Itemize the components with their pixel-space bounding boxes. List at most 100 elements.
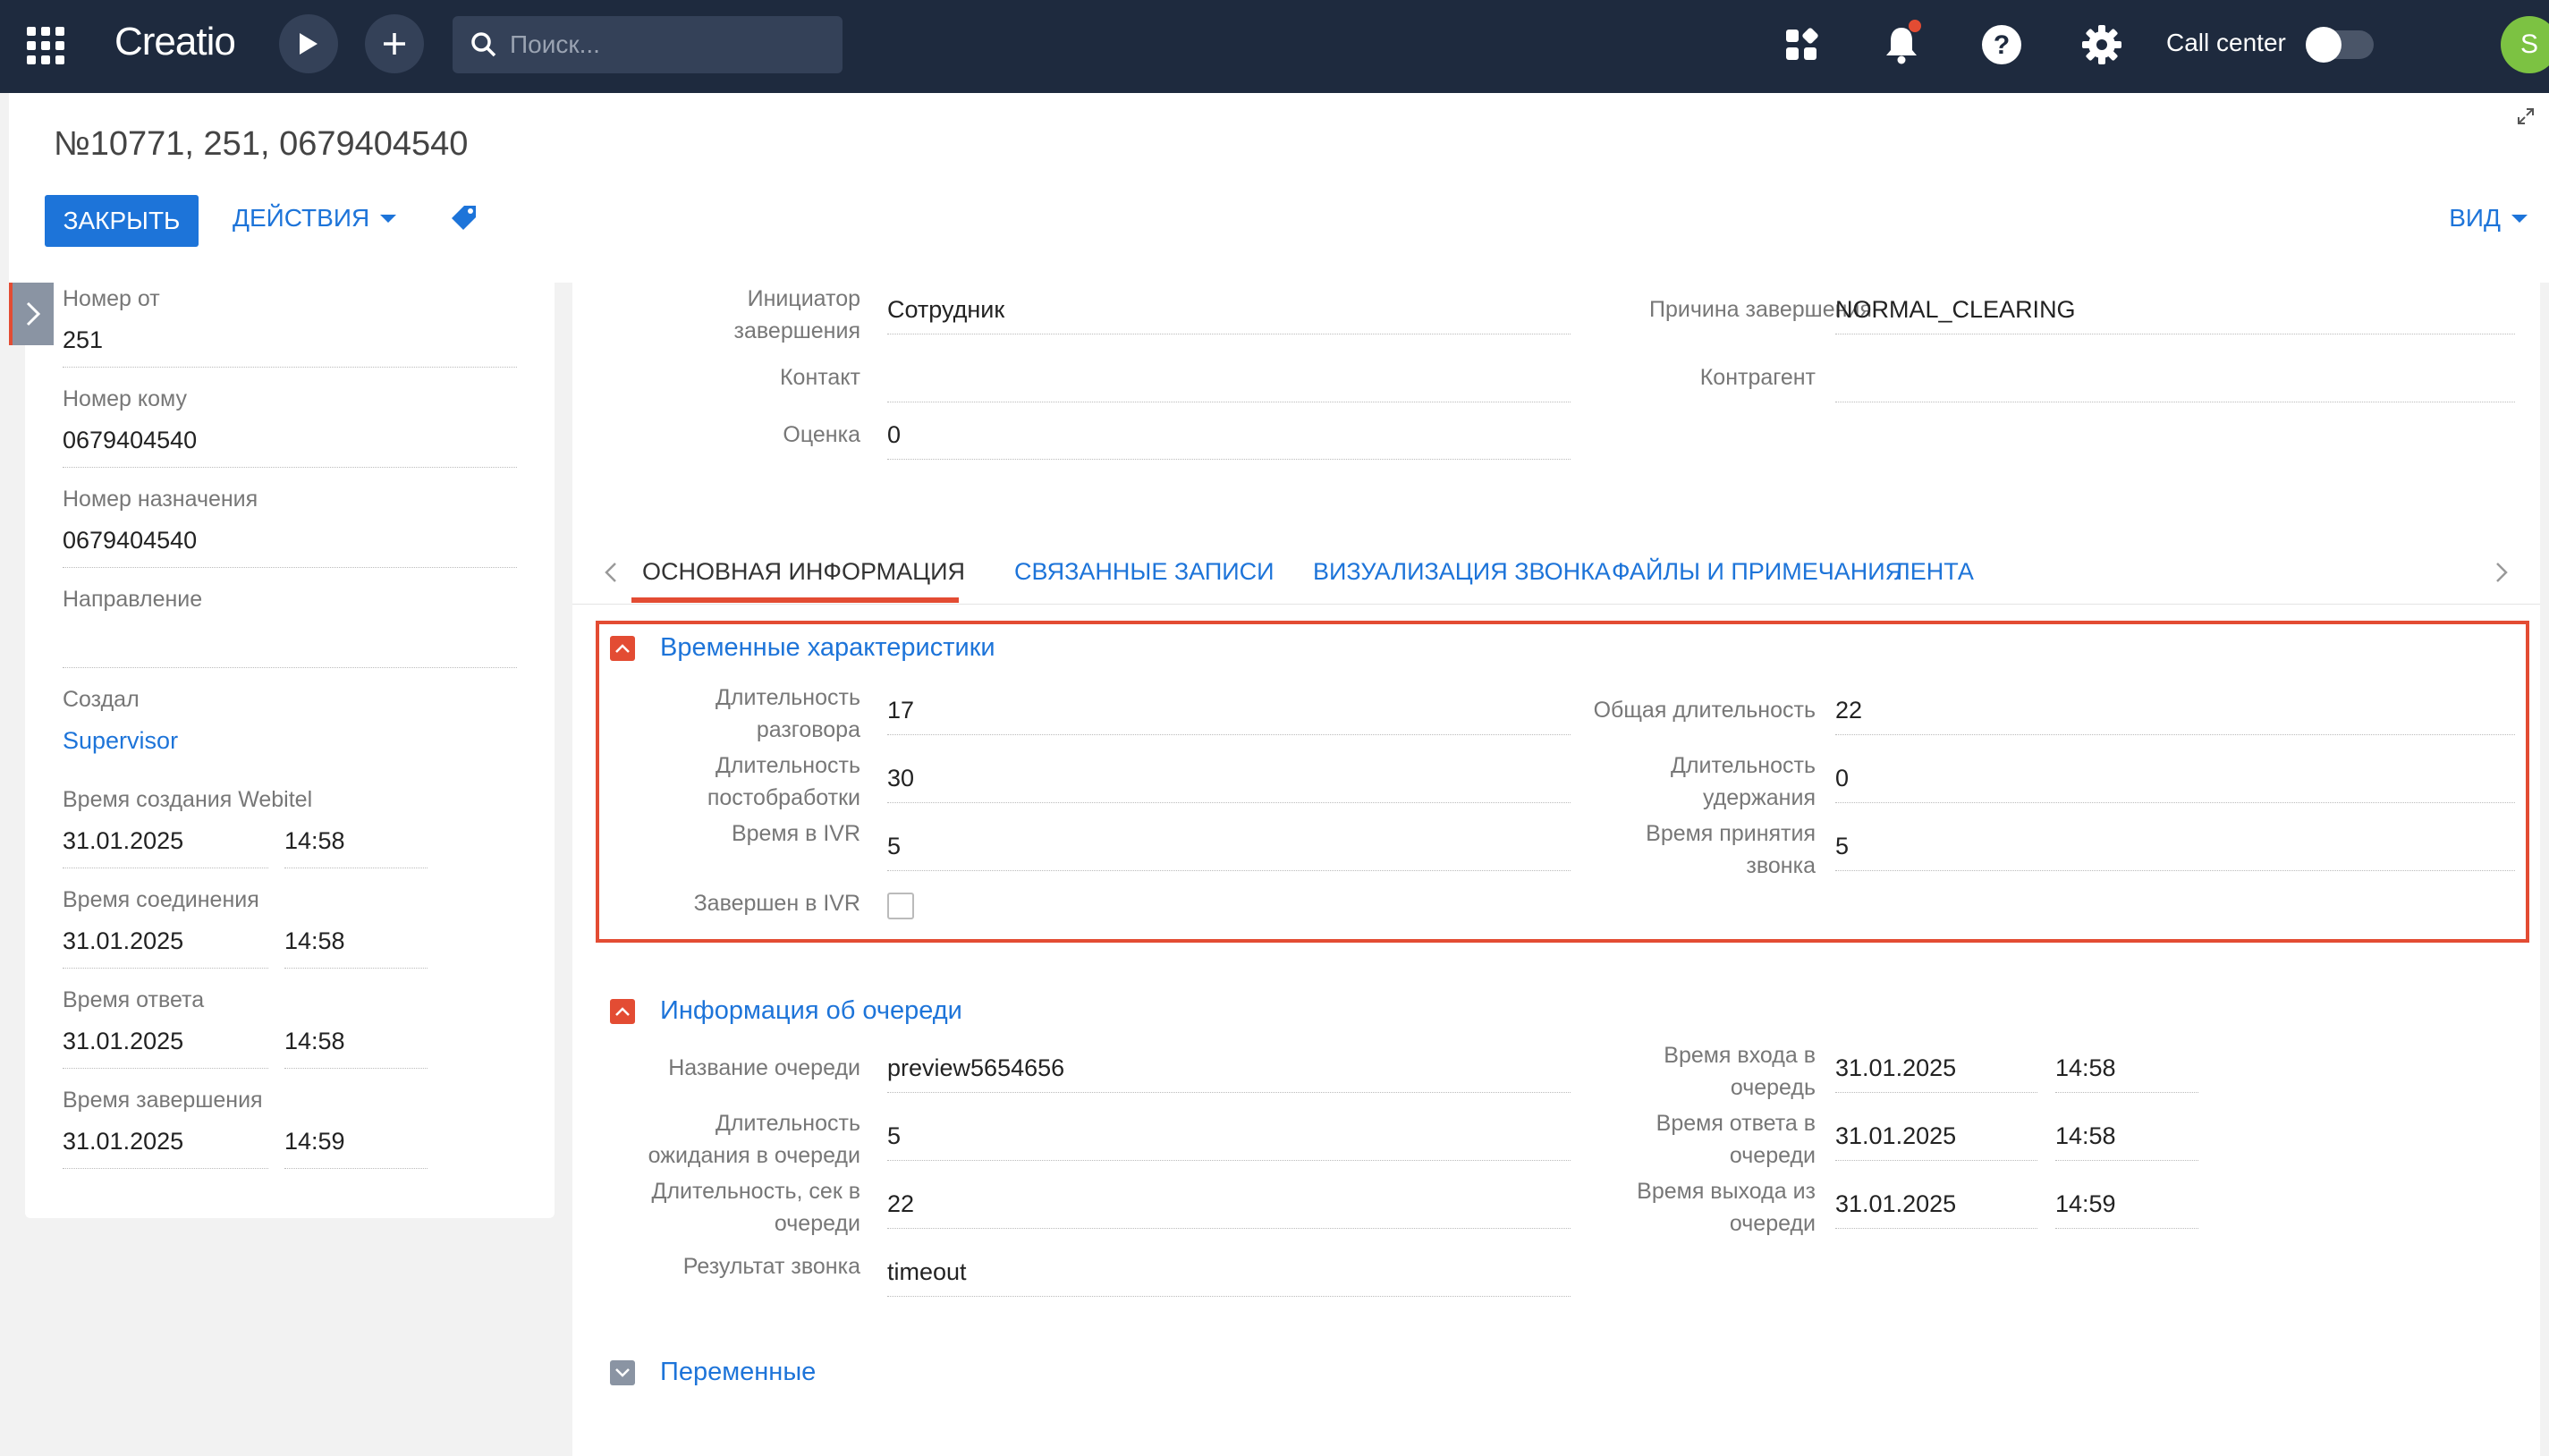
expand-toggle-icon[interactable] <box>610 1359 635 1385</box>
collapse-toggle-icon[interactable] <box>610 998 635 1024</box>
page-title: №10771, 251, 0679404540 <box>54 125 469 163</box>
chevron-down-icon <box>2511 214 2528 223</box>
settings-button[interactable] <box>2077 20 2127 70</box>
queue-exit-date[interactable]: 31.01.2025 <box>1835 1188 2037 1229</box>
field-from: Номер от 251 <box>63 286 517 368</box>
section-title: Переменные <box>660 1358 817 1386</box>
toggle-knob <box>2306 27 2342 63</box>
queue-wait-label: Длительность ожидания в очереди <box>648 1111 860 1168</box>
contact-value[interactable] <box>887 361 1571 402</box>
direction-value[interactable] <box>63 627 517 668</box>
chevron-right-icon <box>2496 563 2508 582</box>
apps-grid-icon[interactable] <box>27 27 64 64</box>
call-result-value[interactable]: timeout <box>887 1256 1571 1297</box>
gear-icon <box>2082 25 2121 64</box>
queue-sec-value[interactable]: 22 <box>887 1188 1571 1229</box>
field-label: Номер от <box>63 286 160 311</box>
field-destination: Номер назначения 0679404540 <box>63 487 517 568</box>
initiator-value[interactable]: Сотрудник <box>887 293 1571 334</box>
variables-section-header[interactable]: Переменные <box>610 1358 816 1387</box>
queue-name-label: Название очереди <box>668 1055 860 1080</box>
top-bar: Creatio ? <box>0 0 2549 93</box>
queue-wait-value[interactable]: 5 <box>887 1120 1571 1161</box>
chevron-up-icon <box>615 1006 630 1016</box>
search-input[interactable] <box>510 30 832 59</box>
actions-dropdown[interactable]: ДЕЙСТВИЯ <box>233 204 397 233</box>
time-section-highlight <box>596 621 2529 943</box>
queue-answer-time[interactable]: 14:58 <box>2055 1120 2198 1161</box>
tab-scroll-left[interactable] <box>597 554 624 590</box>
field-label: Время завершения <box>63 1088 263 1113</box>
chevron-down-icon <box>615 1367 630 1377</box>
field-label: Время соединения <box>63 887 259 912</box>
section-title: Информация об очереди <box>660 996 962 1025</box>
chevron-left-icon <box>605 563 616 582</box>
reason-value[interactable]: NORMAL_CLEARING <box>1835 293 2515 334</box>
chevron-right-icon <box>26 301 41 326</box>
field-answer-time: Время ответа 31.01.2025 14:58 <box>63 987 517 1069</box>
actions-label: ДЕЙСТВИЯ <box>233 204 370 232</box>
queue-name-value[interactable]: preview5654656 <box>887 1052 1571 1093</box>
tab-call-visualization[interactable]: ВИЗУАЛИЗАЦИЯ ЗВОНКА <box>1313 558 1611 586</box>
search-icon <box>471 32 496 57</box>
notifications-button[interactable] <box>1876 20 1927 70</box>
tab-scroll-right[interactable] <box>2488 554 2515 590</box>
date-field[interactable]: 31.01.2025 <box>63 927 268 969</box>
time-field[interactable]: 14:58 <box>284 927 428 969</box>
to-value[interactable]: 0679404540 <box>63 427 517 468</box>
tab-main-info[interactable]: ОСНОВНАЯ ИНФОРМАЦИЯ <box>642 558 965 586</box>
date-field[interactable]: 31.01.2025 <box>63 1128 268 1169</box>
svg-text:?: ? <box>1994 30 2010 60</box>
date-field[interactable]: 31.01.2025 <box>63 1028 268 1069</box>
app-store-button[interactable] <box>1776 20 1826 70</box>
avatar[interactable]: S <box>2501 16 2549 73</box>
expand-icon[interactable] <box>2517 107 2535 125</box>
queue-answer-label: Время ответа в очереди <box>1656 1111 1816 1168</box>
destination-value[interactable]: 0679404540 <box>63 527 517 568</box>
tab-feed[interactable]: ЛЕНТА <box>1894 558 1974 586</box>
play-button[interactable] <box>279 14 338 73</box>
time-field[interactable]: 14:58 <box>284 1028 428 1069</box>
close-button[interactable]: ЗАКРЫТЬ <box>45 195 199 247</box>
side-panel-toggle[interactable] <box>9 283 54 345</box>
date-field[interactable]: 31.01.2025 <box>63 827 268 868</box>
view-label: ВИД <box>2449 204 2501 232</box>
active-tab-indicator <box>631 597 959 603</box>
left-summary-card: Номер от 251 Номер кому 0679404540 Номер… <box>25 283 555 1218</box>
field-label: Направление <box>63 587 203 612</box>
page-header: №10771, 251, 0679404540 ЗАКРЫТЬ ДЕЙСТВИЯ… <box>9 93 2549 283</box>
help-icon: ? <box>1982 25 2021 64</box>
tab-files-notes[interactable]: ФАЙЛЫ И ПРИМЕЧАНИЯ <box>1612 558 1902 586</box>
plus-icon <box>384 33 405 55</box>
queue-section-header[interactable]: Информация об очереди <box>610 996 962 1026</box>
help-button[interactable]: ? <box>1977 20 2027 70</box>
field-label: Время создания Webitel <box>63 787 313 812</box>
queue-exit-time[interactable]: 14:59 <box>2055 1188 2198 1229</box>
play-icon <box>300 33 318 55</box>
field-to: Номер кому 0679404540 <box>63 386 517 468</box>
account-value[interactable] <box>1835 361 2515 402</box>
rating-label: Оценка <box>783 422 860 447</box>
tag-icon[interactable] <box>451 204 478 231</box>
created-by-link[interactable]: Supervisor <box>63 727 517 768</box>
queue-sec-label: Длительность, сек в очереди <box>651 1179 860 1236</box>
time-field[interactable]: 14:58 <box>284 827 428 868</box>
queue-answer-date[interactable]: 31.01.2025 <box>1835 1120 2037 1161</box>
notification-dot <box>1909 20 1921 32</box>
call-result-label: Результат звонка <box>682 1254 860 1279</box>
queue-enter-time[interactable]: 14:58 <box>2055 1052 2198 1093</box>
queue-enter-date[interactable]: 31.01.2025 <box>1835 1052 2037 1093</box>
tab-related-records[interactable]: СВЯЗАННЫЕ ЗАПИСИ <box>1014 558 1274 586</box>
field-direction: Направление <box>63 587 517 668</box>
search-box[interactable] <box>453 16 843 73</box>
initiator-label: Инициатор завершения <box>733 286 860 343</box>
callcenter-toggle[interactable] <box>2306 27 2374 63</box>
add-button[interactable] <box>365 14 424 73</box>
view-dropdown[interactable]: ВИД <box>2449 204 2528 233</box>
from-value[interactable]: 251 <box>63 326 517 368</box>
rating-value[interactable]: 0 <box>887 419 1571 460</box>
field-label: Создал <box>63 687 140 712</box>
account-label: Контрагент <box>1699 365 1816 390</box>
queue-enter-label: Время входа в очередь <box>1664 1043 1816 1100</box>
time-field[interactable]: 14:59 <box>284 1128 428 1169</box>
